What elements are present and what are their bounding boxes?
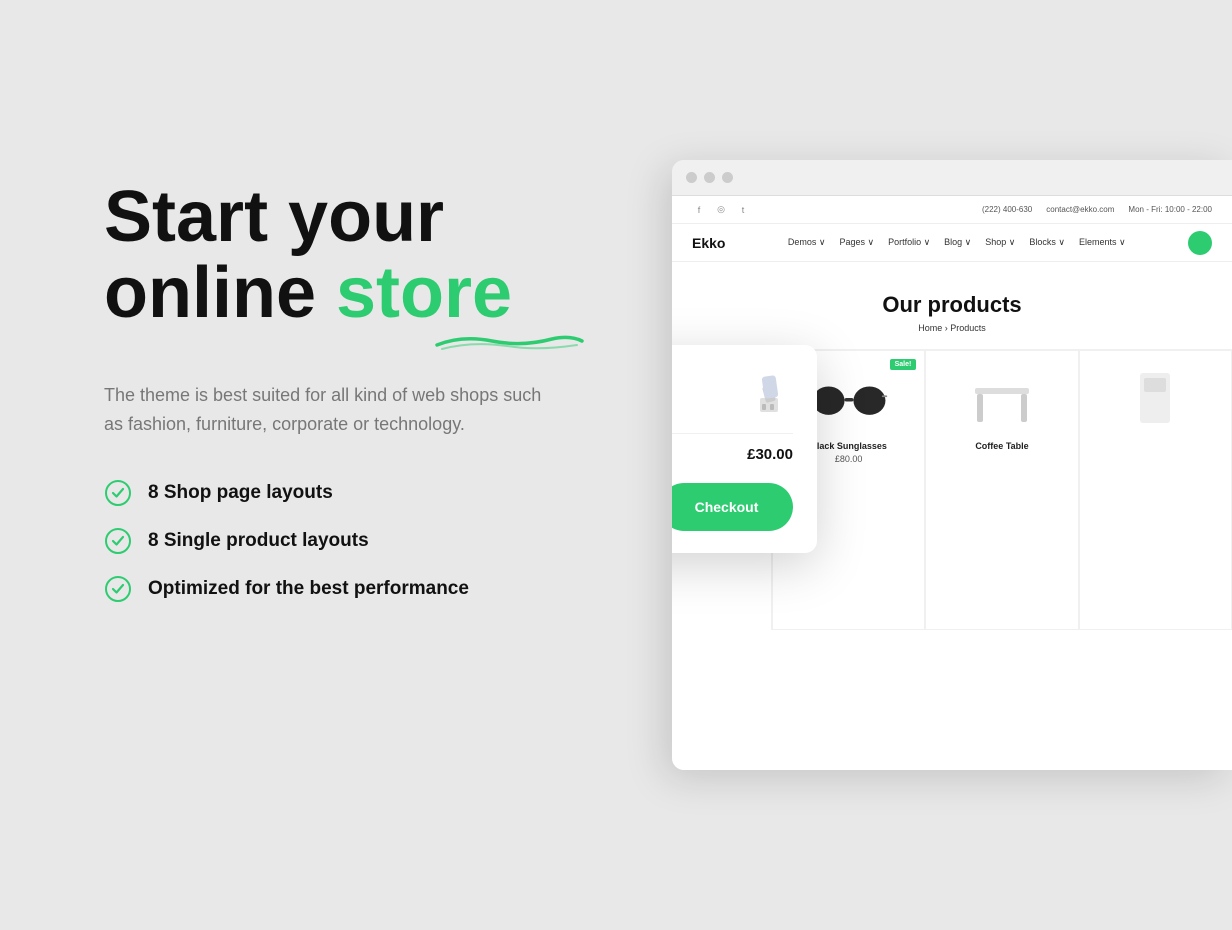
- product-image-2: [962, 363, 1042, 433]
- site-nav: Ekko Demos ∨ Pages ∨ Portfolio ∨ Blog ∨ …: [672, 224, 1232, 262]
- feature-item-1: 8 Shop page layouts: [104, 479, 664, 507]
- features-list: 8 Shop page layouts 8 Single product lay…: [104, 479, 664, 603]
- headline-line1: Start your: [104, 177, 444, 257]
- nav-links: Demos ∨ Pages ∨ Portfolio ∨ Blog ∨ Shop …: [788, 237, 1126, 248]
- cart-buttons: View Cart Checkout: [672, 483, 793, 531]
- product3-svg: [1130, 368, 1180, 428]
- facebook-icon: f: [692, 203, 706, 217]
- headline-line2-plain: online: [104, 253, 336, 333]
- browser-title-bar: [672, 160, 1232, 196]
- product-name-2: Coffee Table: [975, 441, 1028, 451]
- browser-dot-red: [686, 172, 697, 183]
- store-underline: [432, 331, 587, 353]
- product-card-3: [1079, 350, 1232, 630]
- nav-cta-button[interactable]: [1188, 231, 1212, 255]
- product-name-1: Black Sunglasses: [810, 441, 887, 451]
- product-image-1: [809, 363, 889, 433]
- coffee-table-svg: [967, 368, 1037, 428]
- sale-badge-1: Sale!: [890, 359, 917, 370]
- product-card-2: Coffee Table: [925, 350, 1078, 630]
- check-icon-1: [104, 479, 132, 507]
- nav-shop[interactable]: Shop ∨: [985, 237, 1015, 248]
- nav-portfolio[interactable]: Portfolio ∨: [888, 237, 930, 248]
- product-image-3: [1115, 363, 1195, 433]
- cart-popup: Phone stand 1 × £30.00 Subtotal: £30.00 …: [672, 345, 817, 553]
- phone-number: (222) 400-630: [982, 205, 1032, 214]
- checkout-button[interactable]: Checkout: [672, 483, 793, 531]
- nav-blocks[interactable]: Blocks ∨: [1029, 237, 1065, 248]
- products-header: Our products Home › Products: [672, 262, 1232, 350]
- contact-info: (222) 400-630 contact@ekko.com Mon - Fri…: [982, 205, 1212, 214]
- email-address: contact@ekko.com: [1046, 205, 1114, 214]
- check-icon-2: [104, 527, 132, 555]
- browser-mockup: f ◎ t (222) 400-630 contact@ekko.com Mon…: [672, 160, 1232, 770]
- business-hours: Mon - Fri: 10:00 - 22:00: [1128, 205, 1212, 214]
- cart-item-image: [743, 367, 793, 417]
- products-grid: Sale! Black Sunglasses £80.00: [772, 350, 1232, 630]
- feature-item-2: 8 Single product layouts: [104, 527, 664, 555]
- feature-item-3: Optimized for the best performance: [104, 575, 664, 603]
- headline: Start your online store: [104, 180, 664, 331]
- sunglasses-svg: [809, 373, 889, 423]
- site-logo: Ekko: [692, 235, 725, 251]
- nav-blog[interactable]: Blog ∨: [944, 237, 971, 248]
- product-price-1: £80.00: [835, 454, 863, 464]
- nav-demos[interactable]: Demos ∨: [788, 237, 826, 248]
- cart-item: Phone stand 1 × £30.00: [672, 367, 793, 417]
- browser-dot-yellow: [704, 172, 715, 183]
- phone-stand-svg: [748, 368, 788, 416]
- site-topbar: f ◎ t (222) 400-630 contact@ekko.com Mon…: [672, 196, 1232, 224]
- check-icon-3: [104, 575, 132, 603]
- breadcrumb-current: Products: [950, 323, 986, 333]
- products-title: Our products: [672, 292, 1232, 318]
- breadcrumb-home: Home: [918, 323, 942, 333]
- subtotal-amount: £30.00: [747, 446, 793, 463]
- instagram-icon: ◎: [714, 203, 728, 217]
- products-breadcrumb: Home › Products: [672, 323, 1232, 333]
- nav-pages[interactable]: Pages ∨: [839, 237, 874, 248]
- feature-text-2: 8 Single product layouts: [148, 530, 369, 552]
- browser-dot-green: [722, 172, 733, 183]
- twitter-icon: t: [736, 203, 750, 217]
- subtotal-row: Subtotal: £30.00: [672, 433, 793, 463]
- subtext: The theme is best suited for all kind of…: [104, 381, 544, 439]
- left-content: Start your online store The theme is bes…: [104, 180, 664, 603]
- social-icons: f ◎ t: [692, 203, 750, 217]
- nav-elements[interactable]: Elements ∨: [1079, 237, 1126, 248]
- headline-green-word: store: [336, 253, 512, 333]
- feature-text-3: Optimized for the best performance: [148, 578, 469, 600]
- feature-text-1: 8 Shop page layouts: [148, 482, 333, 504]
